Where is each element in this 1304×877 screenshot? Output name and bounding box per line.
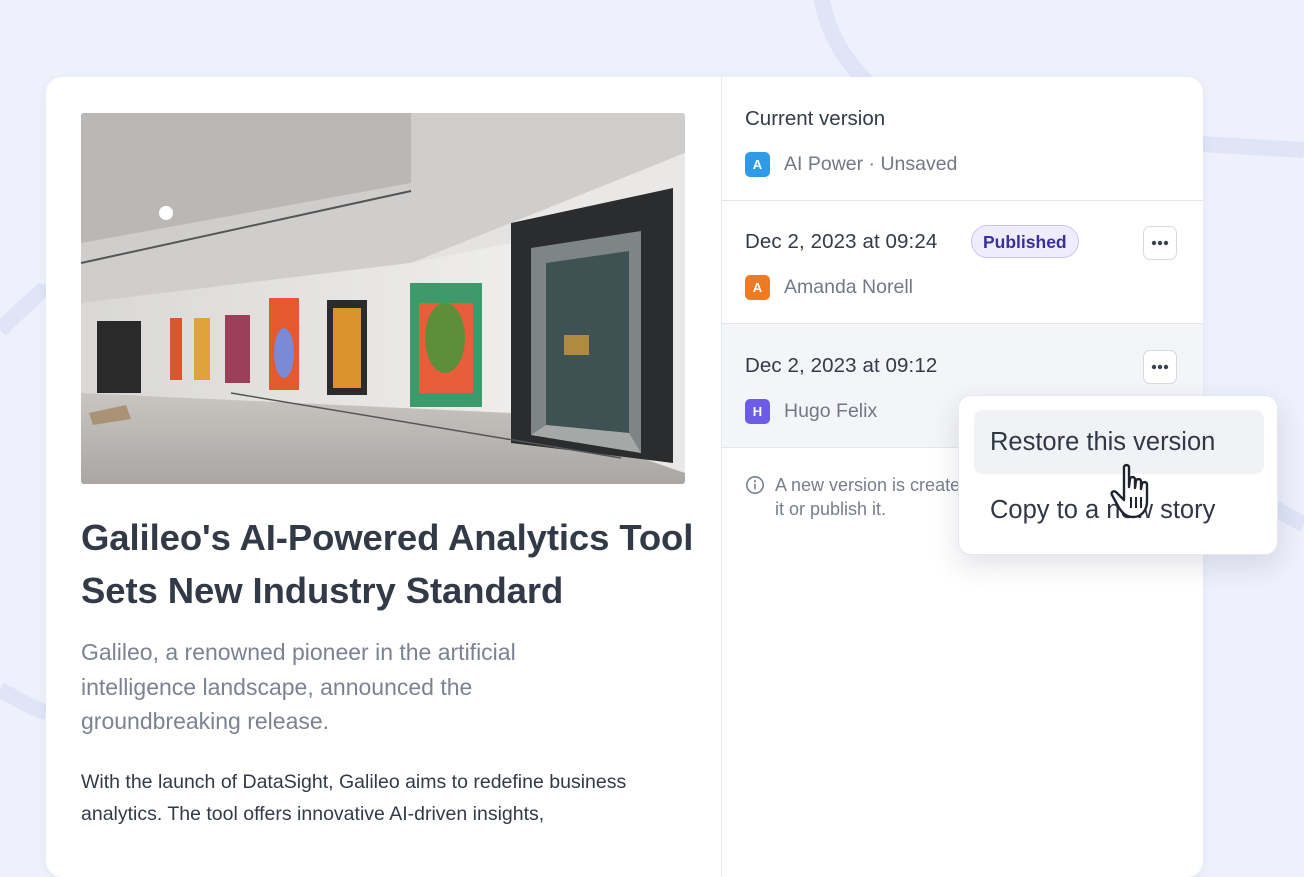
- hand-pointer-cursor-icon: [1110, 463, 1149, 519]
- article-subtitle: Galileo, a renowned pioneer in the artif…: [81, 639, 516, 734]
- author-name: Amanda Norell: [784, 276, 913, 298]
- version-date: Dec 2, 2023 at 09:24: [745, 230, 938, 253]
- more-options-button[interactable]: [1143, 350, 1177, 384]
- version-item[interactable]: Dec 2, 2023 at 09:24 Published A Amanda …: [722, 200, 1203, 324]
- article-title: Galileo's AI-Powered Analytics Tool Sets…: [81, 517, 694, 611]
- article-hero-image: [81, 113, 685, 484]
- avatar: H: [745, 399, 770, 424]
- more-horizontal-icon: [1151, 364, 1169, 370]
- current-version-heading: Current version: [745, 107, 886, 130]
- more-horizontal-icon: [1151, 240, 1169, 246]
- version-author: A Amanda Norell: [745, 275, 913, 300]
- version-author: H Hugo Felix: [745, 399, 877, 424]
- author-name: Hugo Felix: [784, 400, 878, 422]
- avatar: A: [745, 152, 770, 177]
- author-name: AI Power · Unsaved: [784, 153, 958, 175]
- status-badge: Published: [971, 225, 1079, 258]
- current-version-author: A AI Power · Unsaved: [745, 152, 957, 177]
- current-version[interactable]: Current version A AI Power · Unsaved: [722, 77, 1203, 201]
- version-date: Dec 2, 2023 at 09:12: [745, 354, 938, 377]
- more-options-button[interactable]: [1143, 226, 1177, 260]
- article-preview: Galileo's AI-Powered Analytics Tool Sets…: [46, 77, 721, 877]
- avatar: A: [745, 275, 770, 300]
- article-body: With the launch of DataSight, Galileo ai…: [81, 771, 627, 825]
- info-icon: [746, 476, 764, 494]
